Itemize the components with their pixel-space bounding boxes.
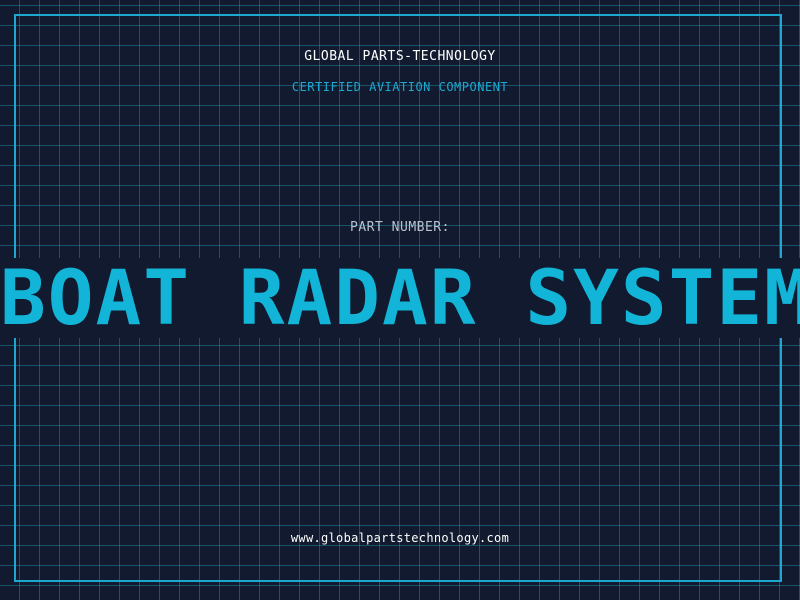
website-link[interactable]: www.globalpartstechnology.com xyxy=(0,531,800,545)
page: { "header": { "company": "GLOBAL PARTS-T… xyxy=(0,0,800,600)
part-number-label: PART NUMBER: xyxy=(350,220,450,235)
certification-subtitle: CERTIFIED AVIATION COMPONENT xyxy=(291,80,509,94)
part-name: BOAT RADAR SYSTEM xyxy=(0,260,800,336)
company-name: GLOBAL PARTS-TECHNOLOGY xyxy=(304,49,496,64)
